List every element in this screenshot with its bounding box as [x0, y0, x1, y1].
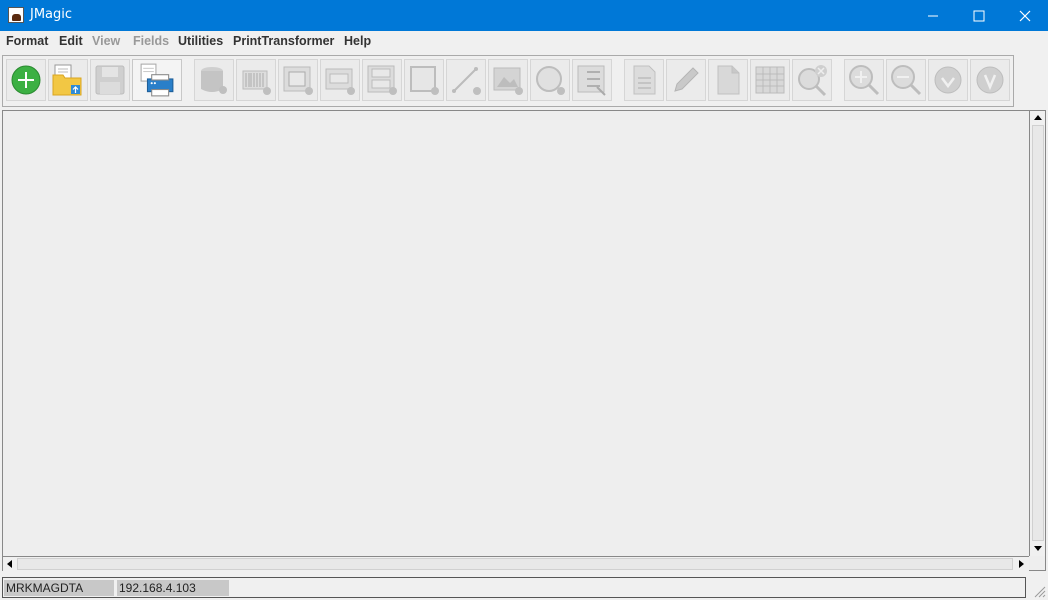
rectangle-button[interactable]: [404, 59, 444, 101]
move-down-alt-button[interactable]: [970, 59, 1010, 101]
grid-icon: [755, 66, 785, 94]
arrow-right-icon: [1019, 560, 1024, 568]
text-field-icon: [325, 68, 355, 95]
close-icon: [1019, 10, 1031, 21]
checklist-button[interactable]: [572, 59, 612, 101]
menu-printtransformer[interactable]: PrintTransformer: [233, 34, 334, 48]
edit-pencil-button[interactable]: [666, 59, 706, 101]
add-icon: [11, 65, 41, 95]
search-remove-icon: [798, 65, 827, 97]
open-button[interactable]: [48, 59, 88, 101]
database-field-button[interactable]: [194, 59, 234, 101]
print-transformer-button[interactable]: [132, 59, 182, 101]
resize-grip-icon[interactable]: [1032, 584, 1046, 598]
multi-text-icon: [367, 65, 397, 95]
title-bar: JMagic: [0, 0, 1048, 31]
multi-text-button[interactable]: [362, 59, 402, 101]
horizontal-scroll-thumb[interactable]: [17, 558, 1013, 570]
menu-fields[interactable]: Fields: [133, 34, 169, 48]
zoom-out-button[interactable]: [886, 59, 926, 101]
open-folder-icon: [52, 64, 82, 96]
scroll-left-button[interactable]: [3, 557, 17, 571]
toolbar: [2, 55, 1014, 107]
save-button[interactable]: [90, 59, 130, 101]
circle-button[interactable]: [530, 59, 570, 101]
new-format-button[interactable]: [6, 59, 46, 101]
search-remove-button[interactable]: [792, 59, 832, 101]
menu-view[interactable]: View: [92, 34, 120, 48]
window-title: JMagic: [30, 7, 73, 22]
minimize-icon: [928, 15, 938, 16]
printer-icon: [140, 63, 174, 97]
maximize-icon: [973, 10, 985, 21]
line-button[interactable]: [446, 59, 486, 101]
arrow-down-alt-icon: [976, 66, 1004, 94]
status-host: 192.168.4.103: [117, 580, 229, 596]
arrow-down-icon: [1034, 546, 1042, 551]
blank-page-button[interactable]: [708, 59, 748, 101]
scroll-down-button[interactable]: [1031, 541, 1045, 555]
zoom-in-icon: [849, 65, 880, 96]
menu-format[interactable]: Format: [6, 34, 48, 48]
document-list-button[interactable]: [624, 59, 664, 101]
image-frame-icon: [283, 66, 313, 95]
menu-edit[interactable]: Edit: [59, 34, 83, 48]
scroll-right-button[interactable]: [1014, 557, 1028, 571]
rectangle-icon: [410, 66, 439, 95]
arrow-up-icon: [1034, 115, 1042, 120]
close-button[interactable]: [1002, 0, 1048, 31]
status-library: MRKMAGDTA: [4, 580, 114, 596]
design-canvas[interactable]: [2, 110, 1046, 571]
barcode-icon: [242, 70, 271, 95]
blank-page-icon: [717, 65, 740, 95]
barcode-field-button[interactable]: [236, 59, 276, 101]
menu-utilities[interactable]: Utilities: [178, 34, 223, 48]
arrow-down-circle-icon: [934, 66, 962, 94]
picture-button[interactable]: [488, 59, 528, 101]
move-down-button[interactable]: [928, 59, 968, 101]
menu-bar: Format Edit View Fields Utilities PrintT…: [0, 31, 1048, 53]
zoom-out-icon: [891, 65, 922, 96]
zoom-in-button[interactable]: [844, 59, 884, 101]
image-frame-button[interactable]: [278, 59, 318, 101]
maximize-button[interactable]: [956, 0, 1002, 31]
app-icon: [8, 7, 24, 23]
menu-help[interactable]: Help: [344, 34, 371, 48]
status-bar: MRKMAGDTA 192.168.4.103: [2, 577, 1026, 598]
document-list-icon: [633, 65, 656, 95]
horizontal-scrollbar[interactable]: [3, 556, 1029, 572]
minimize-button[interactable]: [910, 0, 956, 31]
circle-icon: [536, 66, 565, 95]
save-disk-icon: [95, 65, 125, 95]
vertical-scroll-thumb[interactable]: [1032, 125, 1044, 541]
checklist-icon: [577, 65, 606, 96]
picture-icon: [493, 67, 523, 95]
scroll-up-button[interactable]: [1031, 111, 1045, 125]
pencil-icon: [674, 67, 699, 92]
line-icon: [452, 67, 481, 95]
text-field-button[interactable]: [320, 59, 360, 101]
vertical-scrollbar[interactable]: [1029, 111, 1045, 556]
arrow-left-icon: [7, 560, 12, 568]
database-icon: [201, 67, 227, 94]
grid-button[interactable]: [750, 59, 790, 101]
